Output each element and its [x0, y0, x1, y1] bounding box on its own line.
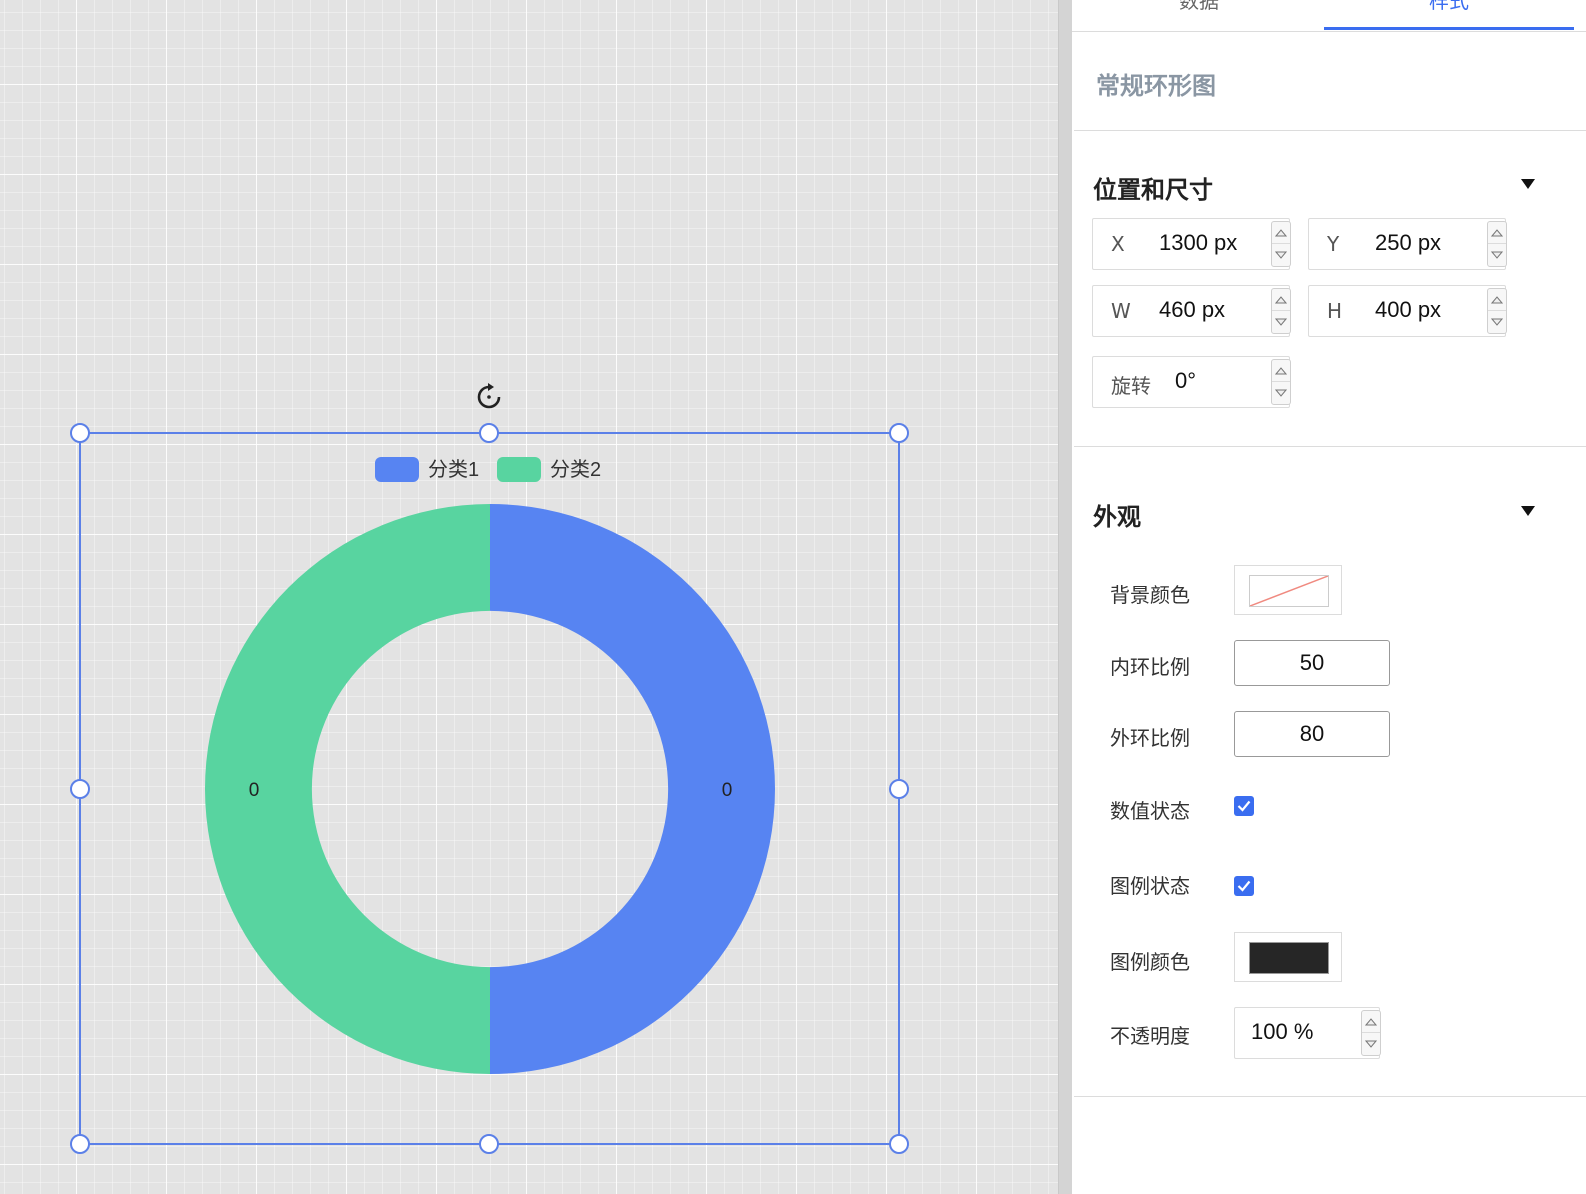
value-state-checkbox[interactable] — [1234, 796, 1254, 816]
resize-handle-top-right[interactable] — [889, 423, 909, 443]
section-divider — [1074, 130, 1586, 131]
y-field[interactable]: Y 250 px — [1308, 218, 1507, 270]
rotation-field-label: 旋转 — [1111, 374, 1151, 398]
section-divider — [1074, 1096, 1586, 1097]
section-title-appearance: 外观 — [1093, 503, 1141, 531]
y-increment-icon[interactable] — [1488, 222, 1506, 244]
resize-handle-left[interactable] — [70, 779, 90, 799]
bg-color-picker[interactable] — [1234, 565, 1342, 615]
h-stepper[interactable] — [1487, 288, 1507, 334]
rotation-increment-icon[interactable] — [1272, 360, 1290, 382]
x-stepper[interactable] — [1271, 221, 1291, 267]
legend-swatch-series2[interactable] — [497, 457, 541, 482]
w-stepper[interactable] — [1271, 288, 1291, 334]
rotation-decrement-icon[interactable] — [1272, 382, 1290, 404]
data-label-series2: 0 — [249, 780, 260, 801]
resize-handle-right[interactable] — [889, 779, 909, 799]
legend-color-swatch — [1249, 942, 1329, 974]
opacity-increment-icon[interactable] — [1362, 1011, 1380, 1033]
y-field-label: Y — [1327, 232, 1340, 256]
property-panel: 数据 样式 常规环形图 位置和尺寸 X 1300 px Y 250 px W 4… — [1072, 0, 1586, 1194]
section-divider — [1074, 446, 1586, 447]
w-field-value[interactable]: 460 px — [1159, 297, 1225, 323]
value-state-label: 数值状态 — [1110, 799, 1190, 823]
panel-tabs: 数据 样式 — [1072, 0, 1586, 32]
check-icon — [1237, 800, 1251, 812]
y-field-value[interactable]: 250 px — [1375, 230, 1441, 256]
chart-legend[interactable]: 分类1 分类2 — [375, 457, 601, 482]
h-field-label: H — [1327, 299, 1343, 323]
outer-ratio-input[interactable]: 80 — [1234, 711, 1390, 757]
opacity-field-value[interactable]: 100 % — [1251, 1019, 1313, 1045]
section-title-position: 位置和尺寸 — [1093, 176, 1213, 204]
collapse-appearance-icon[interactable] — [1521, 506, 1535, 516]
panel-resize-divider[interactable] — [1058, 0, 1072, 1194]
x-field-value[interactable]: 1300 px — [1159, 230, 1237, 256]
legend-state-checkbox[interactable] — [1234, 876, 1254, 896]
w-increment-icon[interactable] — [1272, 289, 1290, 311]
x-field[interactable]: X 1300 px — [1092, 218, 1291, 270]
y-stepper[interactable] — [1487, 221, 1507, 267]
rotation-stepper[interactable] — [1271, 359, 1291, 405]
inner-ratio-label: 内环比例 — [1110, 655, 1190, 679]
h-field-value[interactable]: 400 px — [1375, 297, 1441, 323]
h-field[interactable]: H 400 px — [1308, 285, 1507, 337]
inner-ratio-input[interactable]: 50 — [1234, 640, 1390, 686]
rotation-field[interactable]: 旋转 0° — [1092, 356, 1291, 408]
resize-handle-bottom-left[interactable] — [70, 1134, 90, 1154]
resize-handle-bottom-right[interactable] — [889, 1134, 909, 1154]
rotation-field-value[interactable]: 0° — [1175, 368, 1196, 394]
resize-handle-top-left[interactable] — [70, 423, 90, 443]
h-increment-icon[interactable] — [1488, 289, 1506, 311]
donut-slices — [205, 504, 775, 1074]
x-increment-icon[interactable] — [1272, 222, 1290, 244]
component-name: 常规环形图 — [1096, 72, 1216, 100]
x-decrement-icon[interactable] — [1272, 244, 1290, 266]
opacity-field[interactable]: 100 % — [1234, 1007, 1381, 1059]
bg-color-label: 背景颜色 — [1110, 583, 1190, 607]
x-field-label: X — [1111, 232, 1125, 256]
outer-ratio-label: 外环比例 — [1110, 726, 1190, 750]
h-decrement-icon[interactable] — [1488, 311, 1506, 333]
tab-style[interactable]: 样式 — [1324, 0, 1574, 30]
legend-label-series1[interactable]: 分类1 — [428, 458, 479, 481]
w-decrement-icon[interactable] — [1272, 311, 1290, 333]
opacity-decrement-icon[interactable] — [1362, 1033, 1380, 1055]
collapse-position-icon[interactable] — [1521, 179, 1535, 189]
y-decrement-icon[interactable] — [1488, 244, 1506, 266]
check-icon — [1237, 880, 1251, 892]
tab-data[interactable]: 数据 — [1074, 0, 1324, 30]
legend-swatch-series1[interactable] — [375, 457, 419, 482]
resize-handle-top[interactable] — [479, 423, 499, 443]
data-label-series1: 0 — [722, 780, 733, 801]
resize-handle-bottom[interactable] — [479, 1134, 499, 1154]
w-field-label: W — [1111, 299, 1131, 323]
opacity-label: 不透明度 — [1110, 1024, 1190, 1048]
donut-chart-widget[interactable]: 分类1 分类2 0 0 — [0, 0, 1058, 1194]
legend-color-picker[interactable] — [1234, 932, 1342, 982]
rotate-handle-icon[interactable] — [473, 381, 505, 413]
legend-state-label: 图例状态 — [1110, 874, 1190, 898]
w-field[interactable]: W 460 px — [1092, 285, 1291, 337]
legend-label-series2[interactable]: 分类2 — [550, 458, 601, 481]
opacity-stepper[interactable] — [1361, 1010, 1381, 1056]
transparent-swatch-icon — [1249, 575, 1329, 607]
legend-color-label: 图例颜色 — [1110, 950, 1190, 974]
